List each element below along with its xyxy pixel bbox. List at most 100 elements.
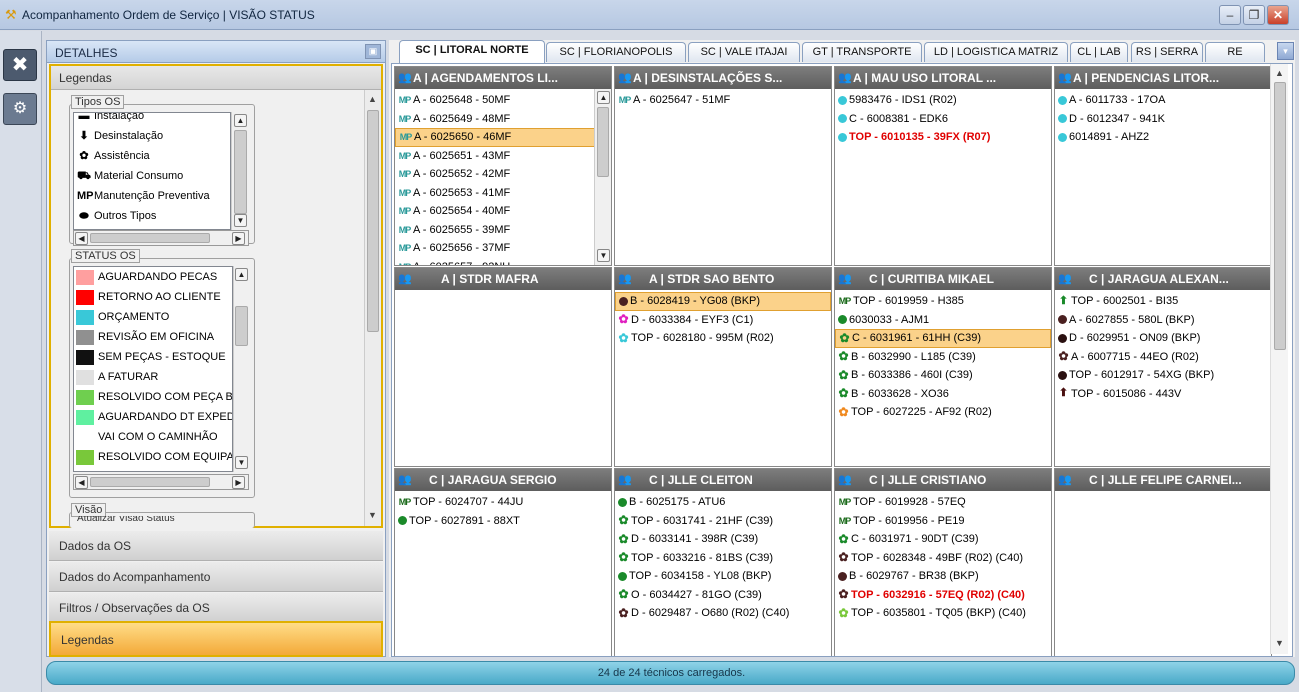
scroll-up-icon[interactable]: ▲ (234, 114, 247, 127)
scroll-down-icon[interactable]: ▼ (597, 249, 610, 262)
os-item[interactable]: MP A - 6025656 - 37MF (395, 239, 611, 258)
os-item[interactable]: MP TOP - 6024707 - 44JU (395, 493, 611, 512)
os-item[interactable]: B - 6028419 - YG08 (BKP) (615, 292, 831, 311)
card-header[interactable]: 👥 A | STDR SAO BENTO (615, 268, 831, 290)
close-button[interactable]: ✕ (1267, 5, 1289, 25)
scroll-down-icon[interactable]: ▼ (1275, 638, 1284, 648)
hscroll-thumb[interactable] (90, 477, 210, 487)
os-item[interactable]: MP A - 6025648 - 50MF (395, 91, 611, 110)
tipos-os-scrollbar[interactable]: ▲ ▼ (231, 112, 249, 230)
os-item[interactable]: ✿ TOP - 6027225 - AF92 (R02) (835, 403, 1051, 422)
os-item[interactable]: ✿ B - 6033628 - XO36 (835, 385, 1051, 404)
os-item[interactable]: 6030033 - AJM1 (835, 311, 1051, 330)
os-item[interactable]: TOP - 6027891 - 88XT (395, 512, 611, 531)
status-os-hscrollbar[interactable]: ◀ ▶ (73, 474, 249, 490)
os-item[interactable]: MP A - 6025652 - 42MF (395, 165, 611, 184)
status-os-item[interactable]: RESOLVIDO COM EQUIPAMENTO (74, 447, 232, 467)
os-item[interactable]: B - 6025175 - ATU6 (615, 493, 831, 512)
os-item[interactable]: ⬆ TOP - 6002501 - BI35 (1055, 292, 1271, 311)
card-header[interactable]: 👥 A | PENDENCIAS LITOR... (1055, 67, 1271, 89)
accordion-dados-acompanhamento[interactable]: Dados do Acompanhamento (49, 562, 383, 592)
os-item[interactable]: TOP - 6010135 - 39FX (R07) (835, 128, 1051, 147)
os-item[interactable]: ✿ C - 6031961 - 61HH (C39) (835, 329, 1051, 348)
os-item[interactable]: ✿ TOP - 6028348 - 49BF (R02) (C40) (835, 549, 1051, 568)
tipos-os-item[interactable]: ✿ Assistência (74, 146, 230, 166)
status-os-item[interactable]: A FATURAR (74, 367, 232, 387)
os-item[interactable]: MP TOP - 6019928 - 57EQ (835, 493, 1051, 512)
os-item[interactable]: D - 6012347 - 941K (1055, 110, 1271, 129)
scroll-up-icon[interactable]: ▲ (1275, 68, 1284, 78)
scroll-right-icon[interactable]: ▶ (232, 476, 245, 489)
scroll-thumb[interactable] (1274, 82, 1286, 350)
status-os-item[interactable]: ORÇAMENTO (74, 307, 232, 327)
os-item[interactable]: ✿ D - 6033141 - 398R (C39) (615, 530, 831, 549)
tab-8[interactable]: RE (1205, 42, 1265, 62)
card-header[interactable]: 👥 C | JLLE CRISTIANO (835, 469, 1051, 491)
os-item[interactable]: MP A - 6025654 - 40MF (395, 202, 611, 221)
tools-icon[interactable]: ✖ (3, 49, 37, 81)
os-item[interactable]: MP TOP - 6019959 - H385 (835, 292, 1051, 311)
os-item[interactable]: MP A - 6025650 - 46MF (395, 128, 611, 147)
visao-option[interactable]: Atualizar Visão Status (77, 516, 247, 526)
tab-3[interactable]: SC | VALE ITAJAI (688, 42, 800, 62)
tipos-os-hscrollbar[interactable]: ◀ ▶ (73, 230, 249, 246)
os-item[interactable]: MP A - 6025647 - 51MF (615, 91, 831, 110)
minimize-button[interactable]: – (1219, 5, 1241, 25)
tab-2[interactable]: SC | FLORIANOPOLIS (546, 42, 686, 62)
os-item[interactable]: ✿ C - 6031971 - 90DT (C39) (835, 530, 1051, 549)
os-item[interactable]: ⬆ TOP - 6015086 - 443V (1055, 385, 1271, 404)
os-item[interactable]: TOP - 6034158 - YL08 (BKP) (615, 567, 831, 586)
os-item[interactable]: ✿ TOP - 6035801 - TQ05 (BKP) (C40) (835, 604, 1051, 623)
tab-6[interactable]: CL | LAB (1070, 42, 1128, 62)
pin-icon[interactable]: ▣ (365, 44, 381, 59)
hscroll-thumb[interactable] (90, 233, 210, 243)
card-header[interactable]: 👥 C | JARAGUA ALEXAN... (1055, 268, 1271, 290)
scroll-down-icon[interactable]: ▼ (234, 214, 247, 227)
os-item[interactable]: ✿ B - 6032990 - L185 (C39) (835, 348, 1051, 367)
tab-4[interactable]: GT | TRANSPORTE (802, 42, 922, 62)
os-item[interactable]: MP A - 6025649 - 48MF (395, 110, 611, 129)
scroll-thumb[interactable] (597, 107, 609, 177)
os-item[interactable]: 5983476 - IDS1 (R02) (835, 91, 1051, 110)
tab-7[interactable]: RS | SERRA (1131, 42, 1203, 62)
accordion-dados-os[interactable]: Dados da OS (49, 531, 383, 561)
os-item[interactable]: TOP - 6012917 - 54XG (BKP) (1055, 366, 1271, 385)
os-item[interactable]: MP A - 6025655 - 39MF (395, 221, 611, 240)
status-os-item[interactable]: REVISÃO EM OFICINA (74, 327, 232, 347)
card-header[interactable]: 👥 A | DESINSTALAÇÕES S... (615, 67, 831, 89)
card-header[interactable]: 👥 C | JARAGUA SERGIO (395, 469, 611, 491)
os-item[interactable]: ✿ TOP - 6031741 - 21HF (C39) (615, 512, 831, 531)
card-header[interactable]: 👥 A | STDR MAFRA (395, 268, 611, 290)
card-header[interactable]: 👥 C | JLLE FELIPE CARNEI... (1055, 469, 1271, 491)
os-item[interactable]: ✿ TOP - 6028180 - 995M (R02) (615, 329, 831, 348)
status-os-item[interactable]: AGUARDANDO PECAS (74, 267, 232, 287)
os-item[interactable]: C - 6008381 - EDK6 (835, 110, 1051, 129)
scroll-up-icon[interactable]: ▲ (597, 91, 610, 104)
tipos-os-item[interactable]: ⬬ Outros Tipos (74, 206, 230, 226)
status-os-item[interactable]: SEM PEÇAS - ESTOQUE (74, 347, 232, 367)
tipos-os-item[interactable]: MP Manutenção Preventiva (74, 186, 230, 206)
tab-menu-icon[interactable]: ▾ (1277, 42, 1294, 60)
card-header[interactable]: 👥 A | AGENDAMENTOS LI... (395, 67, 611, 89)
tipos-os-item[interactable]: ▬ Instalação (74, 113, 230, 126)
os-item[interactable]: ✿ D - 6033384 - EYF3 (C1) (615, 311, 831, 330)
os-item[interactable]: MP TOP - 6019956 - PE19 (835, 512, 1051, 531)
legend-scrollbar[interactable]: ▲ ▼ (364, 90, 381, 526)
tab-1[interactable]: SC | LITORAL NORTE (399, 40, 545, 63)
status-os-item[interactable]: RESOLVIDO COM PEÇA BKP (74, 387, 232, 407)
scroll-thumb[interactable] (234, 130, 247, 214)
os-item[interactable]: ✿ O - 6034427 - 81GO (C39) (615, 586, 831, 605)
card-scrollbar[interactable]: ▲ ▼ (594, 89, 611, 265)
os-item[interactable]: ✿ TOP - 6032916 - 57EQ (R02) (C40) (835, 586, 1051, 605)
accordion-legendas[interactable]: Legendas (49, 621, 383, 657)
status-os-scrollbar[interactable]: ▲ ▼ (233, 266, 249, 472)
accordion-filtros[interactable]: Filtros / Observações da OS (49, 593, 383, 623)
card-header[interactable]: 👥 A | MAU USO LITORAL ... (835, 67, 1051, 89)
os-item[interactable]: A - 6027855 - 580L (BKP) (1055, 311, 1271, 330)
card-header[interactable]: 👥 C | CURITIBA MIKAEL (835, 268, 1051, 290)
maximize-button[interactable]: ❐ (1243, 5, 1265, 25)
os-item[interactable]: D - 6029951 - ON09 (BKP) (1055, 329, 1271, 348)
scroll-left-icon[interactable]: ◀ (75, 476, 88, 489)
os-item[interactable]: MP A - 6025651 - 43MF (395, 147, 611, 166)
legend-header[interactable]: Legendas (51, 66, 381, 90)
